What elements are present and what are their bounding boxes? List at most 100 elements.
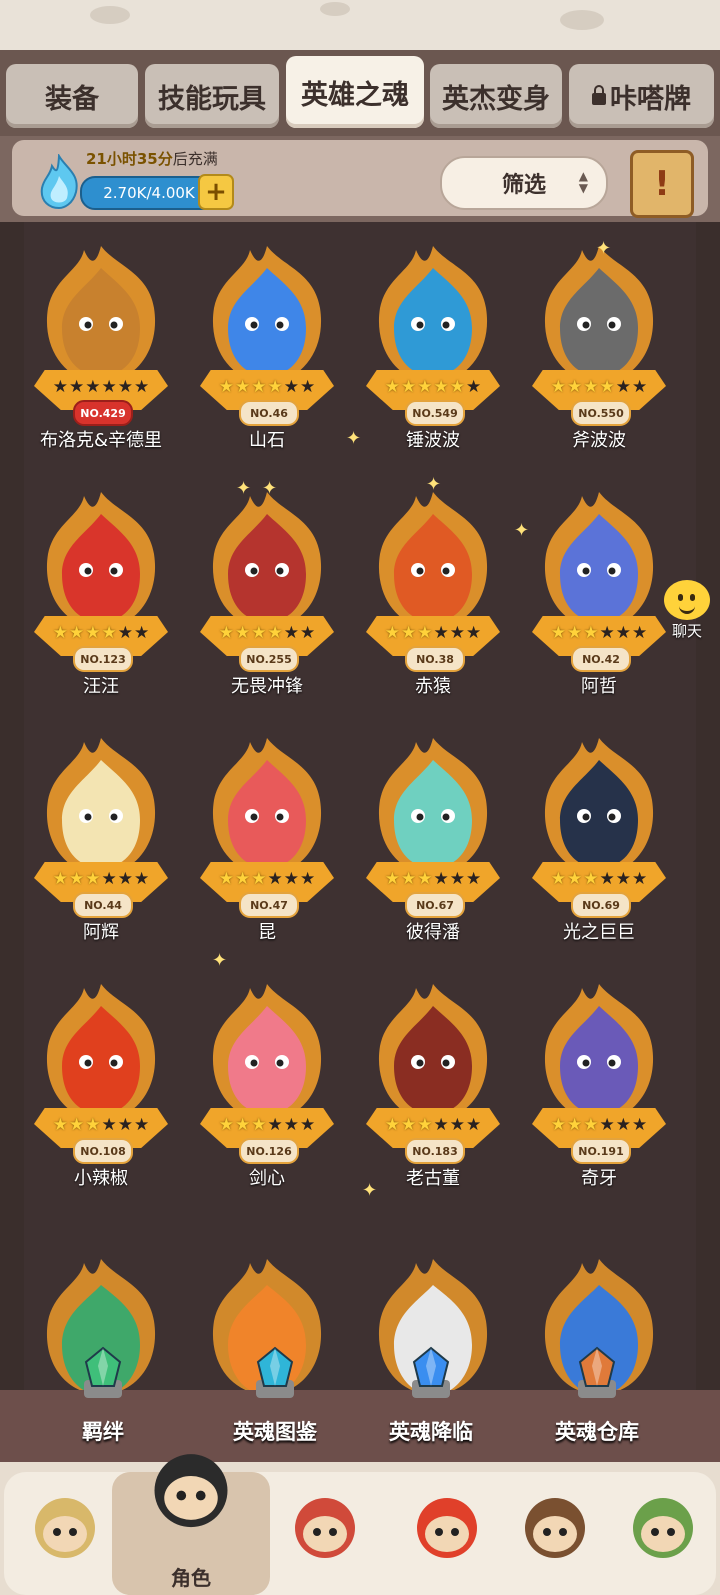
nav-item[interactable] <box>392 1472 502 1595</box>
soul-menu-item[interactable]: 英魂降临 <box>346 1346 516 1462</box>
star-icon: ★ <box>433 377 449 397</box>
nav-character-icon <box>154 1454 228 1528</box>
hero-card[interactable]: ★ ★ ★ ★ ★ ★ NO.126 剑心 <box>192 980 342 1210</box>
star-icon: ★ <box>599 623 615 643</box>
star-icon: ★ <box>466 1115 482 1135</box>
star-icon: ★ <box>218 377 234 397</box>
hero-flame-art <box>46 492 156 630</box>
decor-pebble <box>560 10 604 30</box>
star-icon: ★ <box>283 623 299 643</box>
star-icon: ★ <box>615 623 631 643</box>
star-icon: ★ <box>384 1115 400 1135</box>
nav-item[interactable] <box>10 1472 120 1595</box>
tab-skill-toys[interactable]: 技能玩具 <box>145 64 279 128</box>
hero-card[interactable]: ★ ★ ★ ★ ★ ★ NO.67 彼得潘 <box>358 734 508 964</box>
tab-hero-transform[interactable]: 英杰变身 <box>430 64 562 128</box>
hero-card[interactable]: ★ ★ ★ ★ ★ ★ NO.183 老古董 <box>358 980 508 1210</box>
hero-card[interactable]: ★ ★ ★ ★ ★ ★ NO.255 无畏冲锋 <box>192 488 342 718</box>
star-rating: ★ ★ ★ ★ ★ ★ <box>208 622 326 644</box>
hero-portrait <box>36 488 166 638</box>
hero-card[interactable]: ★ ★ ★ ★ ★ ★ NO.47 昆 <box>192 734 342 964</box>
hero-portrait <box>534 734 664 884</box>
hero-card[interactable]: ★ ★ ★ ★ ★ ★ NO.38 赤猿 <box>358 488 508 718</box>
hero-number: NO.42 <box>571 646 631 672</box>
star-rating: ★ ★ ★ ★ ★ ★ <box>208 868 326 890</box>
soul-menu-item[interactable]: 英魂仓库 <box>512 1346 682 1462</box>
soul-menu-label: 英魂仓库 <box>555 1420 639 1444</box>
hero-number: NO.126 <box>239 1138 299 1164</box>
hero-card[interactable]: ★ ★ ★ ★ ★ ★ NO.42 阿哲 <box>524 488 674 718</box>
sparkle-icon: ✦ <box>596 238 612 259</box>
star-icon: ★ <box>101 869 117 889</box>
star-icon: ★ <box>134 1115 150 1135</box>
star-icon: ★ <box>401 869 417 889</box>
star-icon: ★ <box>69 377 85 397</box>
star-icon: ★ <box>218 1115 234 1135</box>
refill-suffix: 后充满 <box>172 150 218 168</box>
tab-kada-cards[interactable]: 咔嗒牌 <box>569 64 714 128</box>
add-energy-button[interactable]: + <box>198 174 234 210</box>
hero-card[interactable]: ★ ★ ★ ★ ★ ★ NO.429 布洛克&辛德里 <box>26 242 176 472</box>
star-rating: ★ ★ ★ ★ ★ ★ <box>540 1114 658 1136</box>
star-icon: ★ <box>417 623 433 643</box>
hero-card[interactable]: ★ ★ ★ ★ ★ ★ NO.549 锤波波 <box>358 242 508 472</box>
hero-card[interactable]: ★ ★ ★ ★ ★ ★ NO.108 小辣椒 <box>26 980 176 1210</box>
star-icon: ★ <box>632 1115 648 1135</box>
hero-card[interactable]: ★ ★ ★ ★ ★ ★ NO.191 奇牙 <box>524 980 674 1210</box>
lock-icon <box>592 85 606 105</box>
hero-card[interactable]: ★ ★ ★ ★ ★ ★ NO.550 斧波波 <box>524 242 674 472</box>
star-icon: ★ <box>69 869 85 889</box>
hero-flame-art <box>544 246 654 384</box>
star-icon: ★ <box>101 377 117 397</box>
info-scroll-button[interactable]: ! <box>630 150 694 218</box>
star-icon: ★ <box>117 869 133 889</box>
hero-card[interactable]: ★ ★ ★ ★ ★ ★ NO.69 光之巨巨 <box>524 734 674 964</box>
hero-name: 老古董 <box>406 1168 460 1189</box>
star-icon: ★ <box>85 623 101 643</box>
star-icon: ★ <box>235 377 251 397</box>
hero-flame-art <box>212 738 322 876</box>
hero-card[interactable]: ★ ★ ★ ★ ★ ★ NO.123 汪汪 <box>26 488 176 718</box>
star-icon: ★ <box>117 1115 133 1135</box>
star-rating: ★ ★ ★ ★ ★ ★ <box>208 1114 326 1136</box>
hero-flame-art <box>378 246 488 384</box>
star-icon: ★ <box>401 623 417 643</box>
hero-card[interactable]: ★ ★ ★ ★ ★ ★ NO.46 山石 <box>192 242 342 472</box>
nav-label: 角色 <box>171 1566 211 1590</box>
nav-item[interactable] <box>500 1472 610 1595</box>
star-icon: ★ <box>218 623 234 643</box>
chat-label: 聊天 <box>671 622 702 640</box>
hero-name: 彼得潘 <box>406 922 460 943</box>
tab-hero-souls[interactable]: 英雄之魂 <box>286 56 424 128</box>
star-icon: ★ <box>267 377 283 397</box>
star-icon: ★ <box>567 1115 583 1135</box>
sparkle-icon: ✦ <box>362 1180 378 1201</box>
hero-name: 小辣椒 <box>74 1168 128 1189</box>
hero-portrait <box>534 980 664 1130</box>
nav-item[interactable] <box>270 1472 380 1595</box>
tab-label: 英雄之魂 <box>301 79 409 111</box>
star-icon: ★ <box>583 623 599 643</box>
hero-card[interactable]: ★ ★ ★ ★ ★ ★ NO.44 阿辉 <box>26 734 176 964</box>
star-icon: ★ <box>300 1115 316 1135</box>
star-icon: ★ <box>251 869 267 889</box>
star-icon: ★ <box>599 869 615 889</box>
tab-equipment[interactable]: 装备 <box>6 64 138 128</box>
nav-item-character[interactable]: 角色 <box>112 1454 270 1595</box>
star-icon: ★ <box>52 623 68 643</box>
hero-name: 昆 <box>258 922 276 943</box>
star-icon: ★ <box>134 377 150 397</box>
hero-flame-art <box>544 738 654 876</box>
star-icon: ★ <box>235 1115 251 1135</box>
bottom-nav: 角色 <box>0 1454 720 1595</box>
star-icon: ★ <box>417 869 433 889</box>
nav-item[interactable] <box>608 1472 718 1595</box>
hero-portrait <box>36 980 166 1130</box>
star-icon: ★ <box>52 1115 68 1135</box>
filter-dropdown[interactable]: 筛选 ▲ ▼ <box>440 156 608 210</box>
tab-bar: 装备 技能玩具 英雄之魂 英杰变身 咔嗒牌 <box>0 50 720 136</box>
star-icon: ★ <box>632 623 648 643</box>
hero-flame-art <box>378 492 488 630</box>
chat-button[interactable]: 聊天 <box>662 580 712 640</box>
hero-name: 布洛克&辛德里 <box>39 430 163 451</box>
